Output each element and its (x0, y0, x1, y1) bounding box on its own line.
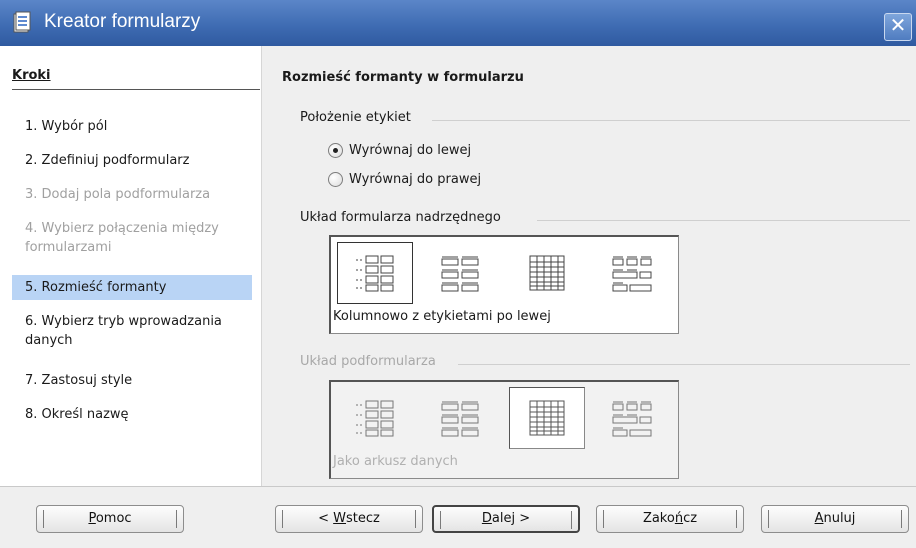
sub-layout-block-top (595, 387, 671, 449)
finish-button-label: cz (683, 511, 698, 526)
sub-layout-selector: Jako arkusz danych (329, 380, 679, 479)
step-3: 3. Dodaj pola podformularza (25, 187, 211, 202)
main-layout-datasheet[interactable] (509, 242, 585, 304)
next-button[interactable]: Dalej > (432, 505, 580, 533)
step-6[interactable]: 6. Wybierz tryb wprowadzania danych (12, 309, 252, 353)
block-top-labels-icon (612, 401, 652, 437)
finish-button-label: Zako (642, 511, 675, 526)
main-layout-group-title: Układ formularza nadrzędnego (300, 210, 501, 225)
footer-divider (0, 486, 916, 487)
cancel-button-label: nuluj (823, 511, 856, 526)
datasheet-icon (529, 400, 565, 436)
back-button-label: stecz (346, 511, 380, 526)
form-wizard-icon (13, 11, 31, 33)
back-button[interactable]: < Wstecz (275, 505, 423, 533)
step-4: 4. Wybierz połączenia między formularzam… (25, 221, 219, 255)
group-divider (537, 220, 910, 221)
radio-align-right-label: Wyrównaj do prawej (349, 172, 482, 187)
columnar-top-labels-icon (441, 256, 479, 292)
next-button-accel: D (481, 511, 492, 526)
back-button-accel: W (333, 511, 347, 526)
cancel-button[interactable]: Anuluj (761, 505, 909, 533)
radio-align-left-label: Wyrównaj do lewej (349, 143, 472, 158)
step-7[interactable]: 7. Zastosuj style (12, 368, 252, 393)
step-2[interactable]: 2. Zdefiniuj podformularz (12, 148, 252, 173)
help-button[interactable]: Pomoc (36, 505, 184, 533)
block-top-labels-icon (612, 256, 652, 292)
step-5[interactable]: 5. Rozmieść formanty (12, 275, 252, 300)
datasheet-icon (529, 255, 565, 291)
finish-button-accel: ń (674, 511, 684, 526)
steps-panel: Kroki 1. Wybór pól 2. Zdefiniuj podformu… (0, 46, 262, 486)
radio-checked-icon[interactable] (328, 143, 343, 158)
finish-button[interactable]: Zakończ (596, 505, 744, 533)
radio-unchecked-icon[interactable] (328, 172, 343, 187)
main-layout-caption: Kolumnowo z etykietami po lewej (333, 309, 551, 324)
step-8[interactable]: 8. Określ nazwę (12, 402, 252, 427)
main-layout-columnar-top[interactable] (423, 242, 499, 304)
group-divider (458, 364, 910, 365)
main-layout-block-top[interactable] (595, 242, 671, 304)
help-button-label: omoc (95, 511, 132, 526)
columnar-left-labels-icon (356, 400, 394, 437)
window-titlebar: Kreator formularzy ✕ (0, 0, 916, 46)
group-divider (432, 120, 910, 121)
close-icon[interactable]: ✕ (884, 13, 912, 41)
help-button-accel: P (88, 511, 96, 526)
sub-layout-columnar-top (423, 387, 499, 449)
main-layout-selector: Kolumnowo z etykietami po lewej (329, 235, 679, 334)
window-title: Kreator formularzy (44, 11, 201, 32)
page-title: Rozmieść formanty w formularzu (282, 70, 524, 85)
sub-layout-group-title: Układ podformularza (300, 354, 436, 369)
main-panel: Rozmieść formanty w formularzu Położenie… (262, 46, 916, 486)
sub-layout-columnar-left (337, 387, 413, 449)
steps-header: Kroki (12, 68, 260, 90)
label-position-group-title: Położenie etykiet (300, 110, 411, 125)
radio-align-right[interactable]: Wyrównaj do prawej (328, 172, 481, 187)
sub-layout-datasheet (509, 387, 585, 449)
main-layout-columnar-left[interactable] (337, 242, 413, 304)
radio-align-left[interactable]: Wyrównaj do lewej (328, 143, 471, 158)
step-1[interactable]: 1. Wybór pól (12, 114, 252, 139)
sub-layout-caption: Jako arkusz danych (333, 454, 458, 469)
back-button-label: < (318, 511, 334, 526)
next-button-label: alej > (491, 511, 531, 526)
columnar-top-labels-icon (441, 401, 479, 437)
columnar-left-labels-icon (356, 255, 394, 292)
